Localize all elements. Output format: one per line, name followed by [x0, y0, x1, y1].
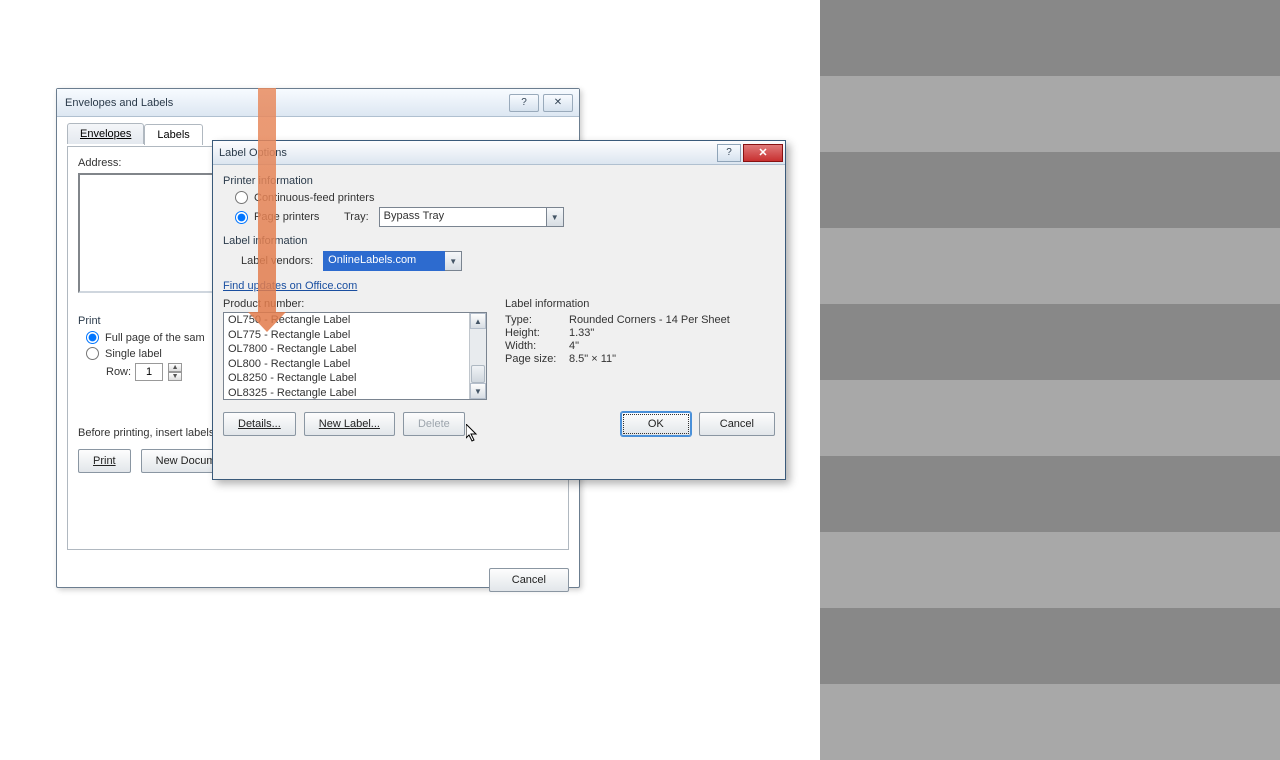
list-item[interactable]: OL8250 - Rectangle Label: [224, 371, 469, 386]
vendors-value: OnlineLabels.com: [323, 251, 445, 271]
dialog-titlebar: Envelopes and Labels ? ✕: [57, 89, 579, 117]
vendors-row: Label vendors: OnlineLabels.com ▼: [241, 251, 775, 271]
help-icon[interactable]: ?: [717, 144, 741, 162]
print-button[interactable]: Print: [78, 449, 131, 473]
vendors-select[interactable]: OnlineLabels.com ▼: [323, 251, 462, 271]
info-title: Label information: [505, 298, 775, 310]
printer-info-title: Printer information: [223, 175, 775, 187]
row-label: Row:: [106, 366, 131, 378]
cancel-button[interactable]: Cancel: [489, 568, 569, 592]
list-item[interactable]: OL8325 - Rectangle Label: [224, 386, 469, 401]
height-value: 1.33": [569, 327, 594, 339]
label-info-section-title: Label information: [223, 235, 775, 247]
chevron-up-icon[interactable]: ▲: [168, 363, 182, 372]
scroll-up-icon[interactable]: ▲: [470, 313, 486, 329]
close-icon[interactable]: ✕: [543, 94, 573, 112]
background-stripes: [820, 0, 1280, 720]
spinner-buttons[interactable]: ▲▼: [168, 363, 182, 381]
updates-link[interactable]: Find updates on Office.com: [223, 280, 357, 292]
label-options-dialog: Label Options ? ✕ Printer information Co…: [212, 140, 786, 480]
tray-label: Tray:: [344, 211, 369, 223]
width-key: Width:: [505, 340, 569, 352]
dialog2-title: Label Options: [219, 147, 717, 159]
radio-page-row: Page printers Tray: Bypass Tray ▼: [235, 207, 775, 227]
annotation-arrow: [258, 88, 276, 314]
scroll-down-icon[interactable]: ▼: [470, 383, 486, 399]
radio-continuous[interactable]: Continuous-feed printers: [235, 191, 775, 204]
cancel-button[interactable]: Cancel: [699, 412, 775, 436]
tray-select[interactable]: Bypass Tray ▼: [379, 207, 564, 227]
tab-labels[interactable]: Labels: [144, 124, 202, 145]
radio-single-label-text: Single label: [105, 348, 162, 360]
tray-value: Bypass Tray: [379, 207, 547, 227]
page-value: 8.5" × 11": [569, 353, 616, 365]
row-spinner[interactable]: ▲▼: [135, 363, 182, 381]
tab-envelopes[interactable]: Envelopes: [67, 123, 144, 144]
dialog2-body: Printer information Continuous-feed prin…: [213, 165, 785, 446]
info-table: Type:Rounded Corners - 14 Per Sheet Heig…: [505, 314, 775, 365]
dialog-title: Envelopes and Labels: [63, 97, 505, 109]
dialog2-titlebar: Label Options ? ✕: [213, 141, 785, 165]
dialog1-cancel-row: Cancel: [67, 568, 569, 592]
radio-continuous-input[interactable]: [235, 191, 248, 204]
radio-single-label-input[interactable]: [86, 347, 99, 360]
radio-full-page-label: Full page of the sam: [105, 332, 205, 344]
width-value: 4": [569, 340, 579, 352]
row-value-input[interactable]: [135, 363, 163, 381]
type-value: Rounded Corners - 14 Per Sheet: [569, 314, 730, 326]
scroll-thumb[interactable]: [471, 365, 485, 383]
details-button[interactable]: Details...: [223, 412, 296, 436]
chevron-down-icon[interactable]: ▼: [168, 372, 182, 381]
type-key: Type:: [505, 314, 569, 326]
list-item[interactable]: OL7800 - Rectangle Label: [224, 342, 469, 357]
new-label-button[interactable]: New Label...: [304, 412, 395, 436]
close-icon[interactable]: ✕: [743, 144, 783, 162]
chevron-down-icon[interactable]: ▼: [547, 207, 564, 227]
ok-button[interactable]: OK: [621, 412, 691, 436]
dialog2-button-row: Details... New Label... Delete OK Cancel: [223, 412, 775, 436]
scroll-track[interactable]: [470, 329, 486, 383]
info-column: Label information Type:Rounded Corners -…: [505, 298, 775, 400]
scrollbar[interactable]: ▲ ▼: [469, 313, 486, 399]
chevron-down-icon[interactable]: ▼: [445, 251, 462, 271]
vendors-label: Label vendors:: [241, 255, 313, 267]
help-icon[interactable]: ?: [509, 94, 539, 112]
height-key: Height:: [505, 327, 569, 339]
page-key: Page size:: [505, 353, 569, 365]
list-item[interactable]: OL800 - Rectangle Label: [224, 357, 469, 372]
radio-page-input[interactable]: [235, 211, 248, 224]
radio-full-page-input[interactable]: [86, 331, 99, 344]
columns: Product number: OL750 - Rectangle Label …: [223, 298, 775, 400]
delete-button: Delete: [403, 412, 465, 436]
